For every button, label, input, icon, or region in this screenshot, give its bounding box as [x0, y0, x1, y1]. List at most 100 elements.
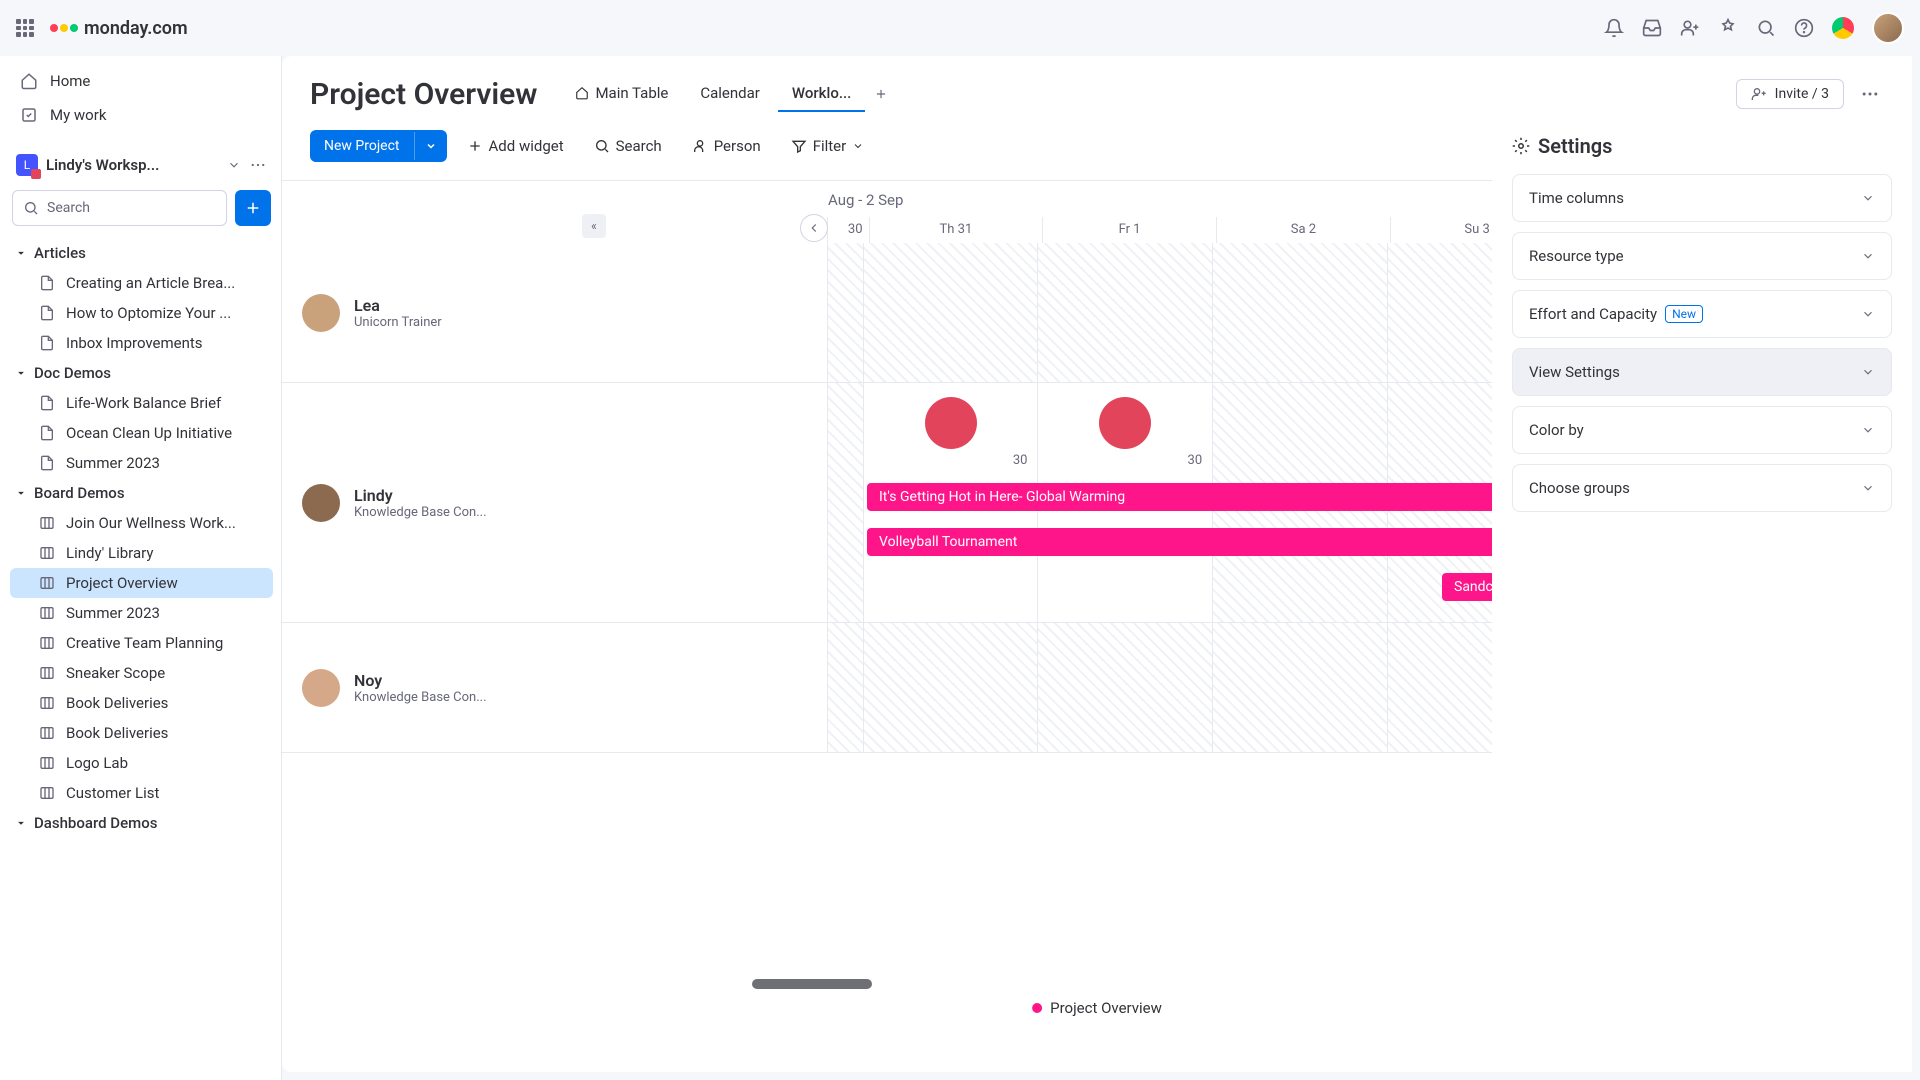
person-filter-button[interactable]: Person [682, 131, 771, 161]
brand-name: monday.com [84, 18, 188, 39]
search-icon[interactable] [1756, 18, 1776, 38]
tree-item[interactable]: Ocean Clean Up Initiative [10, 418, 273, 448]
add-tab-button[interactable] [869, 82, 893, 106]
notifications-icon[interactable] [1604, 18, 1624, 38]
tree-item[interactable]: Join Our Wellness Work... [10, 508, 273, 538]
settings-title: Settings [1512, 134, 1892, 158]
filter-button[interactable]: Filter [781, 131, 875, 161]
search-button[interactable]: Search [584, 131, 672, 161]
invite-members-icon[interactable] [1680, 18, 1700, 38]
person-avatar [302, 669, 340, 707]
board-tab[interactable]: Worklo... [778, 76, 865, 112]
search-icon [23, 200, 39, 216]
person-avatar [302, 294, 340, 332]
tree-section-header[interactable]: Articles [10, 238, 273, 268]
settings-row[interactable]: Time columns [1512, 174, 1892, 222]
topbar: monday.com [0, 0, 1920, 56]
nav-mywork[interactable]: My work [10, 98, 273, 132]
tree-item[interactable]: How to Optomize Your ... [10, 298, 273, 328]
settings-panel: Settings Time columns Resource type Effort… [1492, 116, 1912, 1072]
legend: Project Overview [1032, 999, 1162, 1017]
capacity-indicator[interactable] [925, 397, 977, 449]
day-header: Sa 2 [1217, 217, 1391, 243]
tree-item[interactable]: Logo Lab [10, 748, 273, 778]
capacity-indicator[interactable] [1099, 397, 1151, 449]
chevron-down-icon [852, 140, 864, 152]
mywork-icon [20, 106, 38, 124]
nav-home[interactable]: Home [10, 64, 273, 98]
board-menu-button[interactable] [1856, 80, 1884, 108]
tree-item[interactable]: Sneaker Scope [10, 658, 273, 688]
tree-section-header[interactable]: Board Demos [10, 478, 273, 508]
sidebar-search-input[interactable]: Search [12, 190, 227, 226]
tree-item[interactable]: Book Deliveries [10, 718, 273, 748]
logo-dots-icon [50, 24, 78, 32]
prev-week-button[interactable] [800, 214, 828, 242]
apps-icon[interactable] [1718, 18, 1738, 38]
inbox-icon[interactable] [1642, 18, 1662, 38]
plus-icon [244, 199, 262, 217]
brand-logo[interactable]: monday.com [50, 18, 188, 39]
legend-label: Project Overview [1050, 999, 1162, 1017]
person-name: Lindy [354, 486, 487, 505]
task-bar[interactable]: Volleyball Tournament [867, 528, 1567, 556]
board-tabs: Main TableCalendarWorklo... [561, 76, 893, 112]
settings-row[interactable]: Effort and CapacityNew [1512, 290, 1892, 338]
person-role: Knowledge Base Con... [354, 690, 487, 705]
apps-menu-icon[interactable] [16, 19, 34, 37]
new-project-button[interactable]: New Project [310, 130, 447, 162]
sidebar-search-placeholder: Search [47, 200, 90, 216]
day-header: Fr 1 [1043, 217, 1217, 243]
tree-item[interactable]: Creating an Article Brea... [10, 268, 273, 298]
new-project-dropdown[interactable] [414, 132, 447, 160]
add-item-button[interactable] [235, 190, 271, 226]
add-widget-label: Add widget [489, 137, 564, 155]
collapse-all-button[interactable]: « [582, 214, 606, 238]
search-icon [594, 138, 610, 154]
tree-item[interactable]: Summer 2023 [10, 598, 273, 628]
tree-section-header[interactable]: Doc Demos [10, 358, 273, 388]
tree-item[interactable]: Project Overview [10, 568, 273, 598]
board-title: Project Overview [310, 77, 537, 112]
person-role: Knowledge Base Con... [354, 505, 487, 520]
workspace-header[interactable]: L Lindy's Worksp... [10, 144, 273, 186]
invite-label: Invite / 3 [1775, 86, 1829, 102]
sidebar: Home My work L Lindy's Worksp... Search … [0, 56, 282, 1080]
chevron-down-icon [227, 158, 241, 172]
tree-item[interactable]: Customer List [10, 778, 273, 808]
board-tab[interactable]: Calendar [686, 76, 774, 112]
filter-label: Filter [813, 137, 847, 155]
board-tab[interactable]: Main Table [561, 76, 682, 112]
main-area: Project Overview Main TableCalendarWorkl… [282, 56, 1912, 1072]
search-label: Search [616, 137, 662, 155]
user-avatar[interactable] [1872, 12, 1904, 44]
help-icon[interactable] [1794, 18, 1814, 38]
person-avatar [302, 484, 340, 522]
horizontal-scrollbar[interactable] [752, 979, 872, 989]
tree-section-header[interactable]: Dashboard Demos [10, 808, 273, 838]
nav-home-label: Home [50, 72, 90, 90]
person-name: Noy [354, 671, 487, 690]
workspace-menu-icon[interactable] [249, 156, 267, 174]
capacity-value: 30 [1013, 453, 1028, 468]
add-widget-button[interactable]: Add widget [457, 131, 574, 161]
settings-row[interactable]: View Settings [1512, 348, 1892, 396]
workspace-name: Lindy's Worksp... [46, 156, 219, 174]
day-header: Th 31 [870, 217, 1044, 243]
invite-button[interactable]: Invite / 3 [1736, 79, 1844, 109]
product-switcher-icon[interactable] [1832, 17, 1854, 39]
tree-item[interactable]: Lindy' Library [10, 538, 273, 568]
workspace-badge-icon: L [16, 154, 38, 176]
tree-item[interactable]: Life-Work Balance Brief [10, 388, 273, 418]
task-bar[interactable]: It's Getting Hot in Here- Global Warming [867, 483, 1567, 511]
settings-row[interactable]: Choose groups [1512, 464, 1892, 512]
tree-item[interactable]: Inbox Improvements [10, 328, 273, 358]
tree-item[interactable]: Creative Team Planning [10, 628, 273, 658]
person-name: Lea [354, 296, 442, 315]
topbar-right [1604, 12, 1904, 44]
settings-row[interactable]: Color by [1512, 406, 1892, 454]
legend-dot-icon [1032, 1003, 1042, 1013]
tree-item[interactable]: Summer 2023 [10, 448, 273, 478]
tree-item[interactable]: Book Deliveries [10, 688, 273, 718]
settings-row[interactable]: Resource type [1512, 232, 1892, 280]
